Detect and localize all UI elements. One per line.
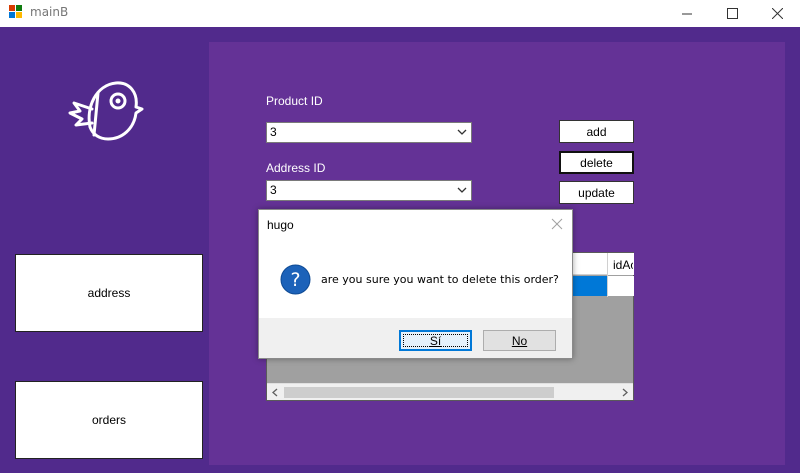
confirm-dialog[interactable]: hugo ? are you sure you want to delete t… [258, 209, 573, 359]
dialog-message: are you sure you want to delete this ord… [321, 273, 559, 286]
question-icon: ? [280, 264, 311, 295]
dialog-footer: Sí No [259, 318, 572, 358]
scrollbar-thumb[interactable] [284, 387, 554, 398]
focus-rectangle [403, 334, 468, 347]
chevron-right-icon[interactable] [621, 388, 629, 397]
svg-text:?: ? [290, 269, 300, 291]
bird-icon [68, 81, 144, 141]
product-id-label: Product ID [266, 94, 323, 108]
chevron-left-icon[interactable] [271, 388, 279, 397]
yes-button[interactable]: Sí [399, 330, 472, 351]
no-button-label: No [511, 333, 528, 348]
add-button[interactable]: add [559, 120, 634, 143]
no-button[interactable]: No [483, 330, 556, 351]
title-bar: mainB [0, 0, 800, 27]
grid-column-header[interactable]: idAc [613, 258, 633, 272]
app-icon [9, 5, 22, 18]
orders-button[interactable]: orders [15, 381, 203, 459]
grid-column-separator [607, 253, 608, 297]
address-id-label: Address ID [266, 161, 326, 175]
grid-cell[interactable] [608, 276, 634, 296]
dialog-title: hugo [267, 218, 294, 232]
minimize-button[interactable] [664, 0, 710, 27]
product-id-combobox[interactable]: 3 [266, 122, 472, 143]
minimize-icon [681, 13, 692, 15]
close-icon[interactable] [551, 218, 563, 230]
delete-button[interactable]: delete [559, 151, 634, 174]
maximize-icon [726, 8, 738, 19]
window-title: mainB [30, 5, 69, 19]
maximize-button[interactable] [709, 0, 755, 27]
close-button[interactable] [754, 0, 800, 27]
product-id-value: 3 [270, 125, 277, 139]
update-button[interactable]: update [559, 181, 634, 204]
address-button[interactable]: address [15, 254, 203, 332]
chevron-down-icon [457, 187, 467, 193]
address-id-combobox[interactable]: 3 [266, 180, 472, 201]
horizontal-scrollbar[interactable] [267, 383, 633, 400]
chevron-down-icon [457, 129, 467, 135]
grid-selected-cell[interactable] [572, 276, 607, 296]
address-id-value: 3 [270, 183, 277, 197]
close-icon [771, 8, 783, 19]
